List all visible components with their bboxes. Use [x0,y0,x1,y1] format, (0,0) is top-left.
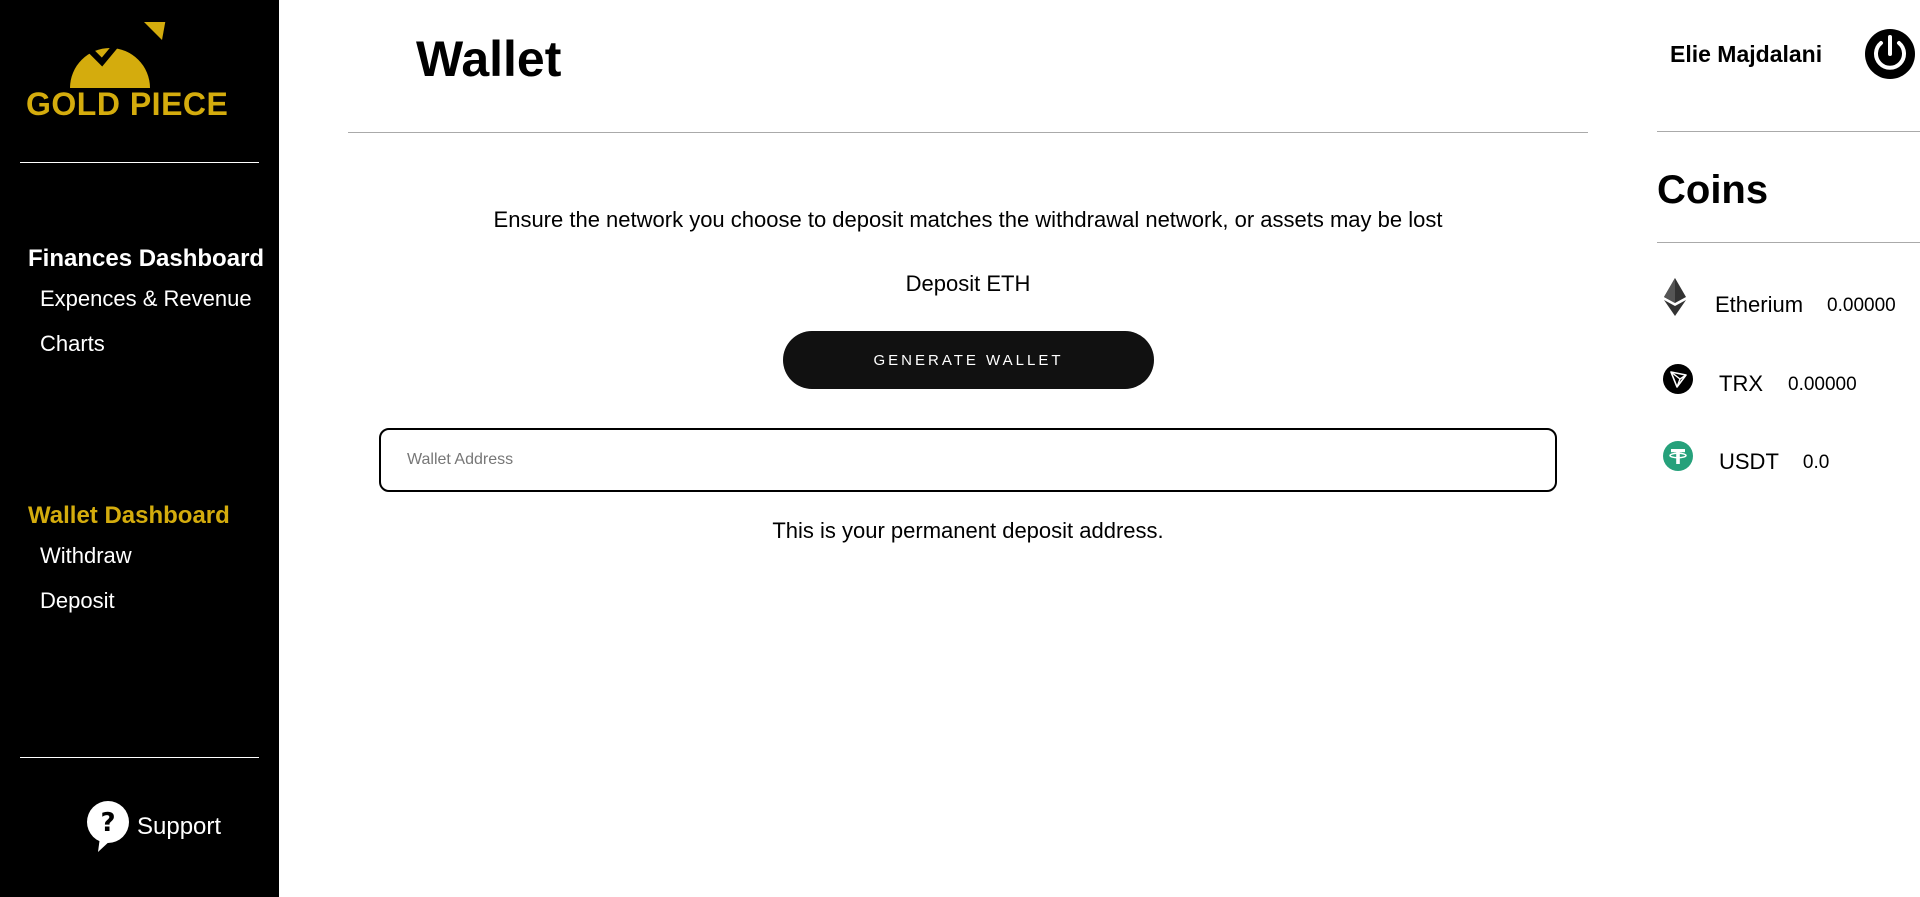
coins-divider-top [1657,131,1920,132]
support-link[interactable]: ? Support [86,801,221,853]
question-bubble-icon: ? [87,801,129,852]
sidebar-item-expences-revenue[interactable]: Expences & Revenue [40,286,252,312]
sidebar: GOLD PIECE Finances Dashboard Expences &… [0,0,279,897]
svg-text:?: ? [100,808,115,838]
coin-row-ethereum[interactable]: Etherium 0.00000 [1663,278,1896,318]
coin-row-usdt[interactable]: USDT 0.0 [1663,437,1829,475]
sidebar-item-charts[interactable]: Charts [40,331,105,357]
network-warning: Ensure the network you choose to deposit… [493,207,1443,232]
coin-amount: 0.0 [1802,452,1830,473]
coin-name: Etherium [1715,292,1804,317]
coin-name: TRX [1719,371,1763,396]
ethereum-icon [1664,278,1686,316]
tether-icon [1663,441,1693,471]
deposit-currency-label: Deposit ETH [905,271,1031,296]
coins-panel: Coins Etherium 0.00000 TRX 0.00000 USDT … [1657,0,1920,897]
page-title: Wallet [416,31,562,87]
logo-chart-icon [66,22,166,88]
coin-amount: 0.00000 [1827,295,1896,316]
tron-icon [1663,364,1693,394]
logo-text: GOLD PIECE [26,86,229,122]
coin-name: USDT [1719,449,1779,474]
coins-divider-bottom [1657,242,1920,243]
sidebar-item-deposit[interactable]: Deposit [40,588,115,614]
header-divider [348,132,1588,133]
support-label: Support [137,813,222,840]
coins-title: Coins [1657,168,1769,212]
generate-wallet-button[interactable]: GENERATE WALLET [783,331,1154,389]
wallet-dashboard-heading[interactable]: Wallet Dashboard [28,502,230,530]
sidebar-divider-bottom [20,757,259,758]
coin-amount: 0.00000 [1788,374,1857,395]
coin-row-trx[interactable]: TRX 0.00000 [1663,361,1857,397]
wallet-address-field[interactable] [379,428,1557,492]
gold-piece-logo[interactable]: GOLD PIECE [26,22,236,122]
finances-dashboard-heading[interactable]: Finances Dashboard [28,245,264,273]
sidebar-divider-top [20,162,259,163]
permanent-address-note: This is your permanent deposit address. [772,518,1164,543]
sidebar-item-withdraw[interactable]: Withdraw [40,543,132,569]
